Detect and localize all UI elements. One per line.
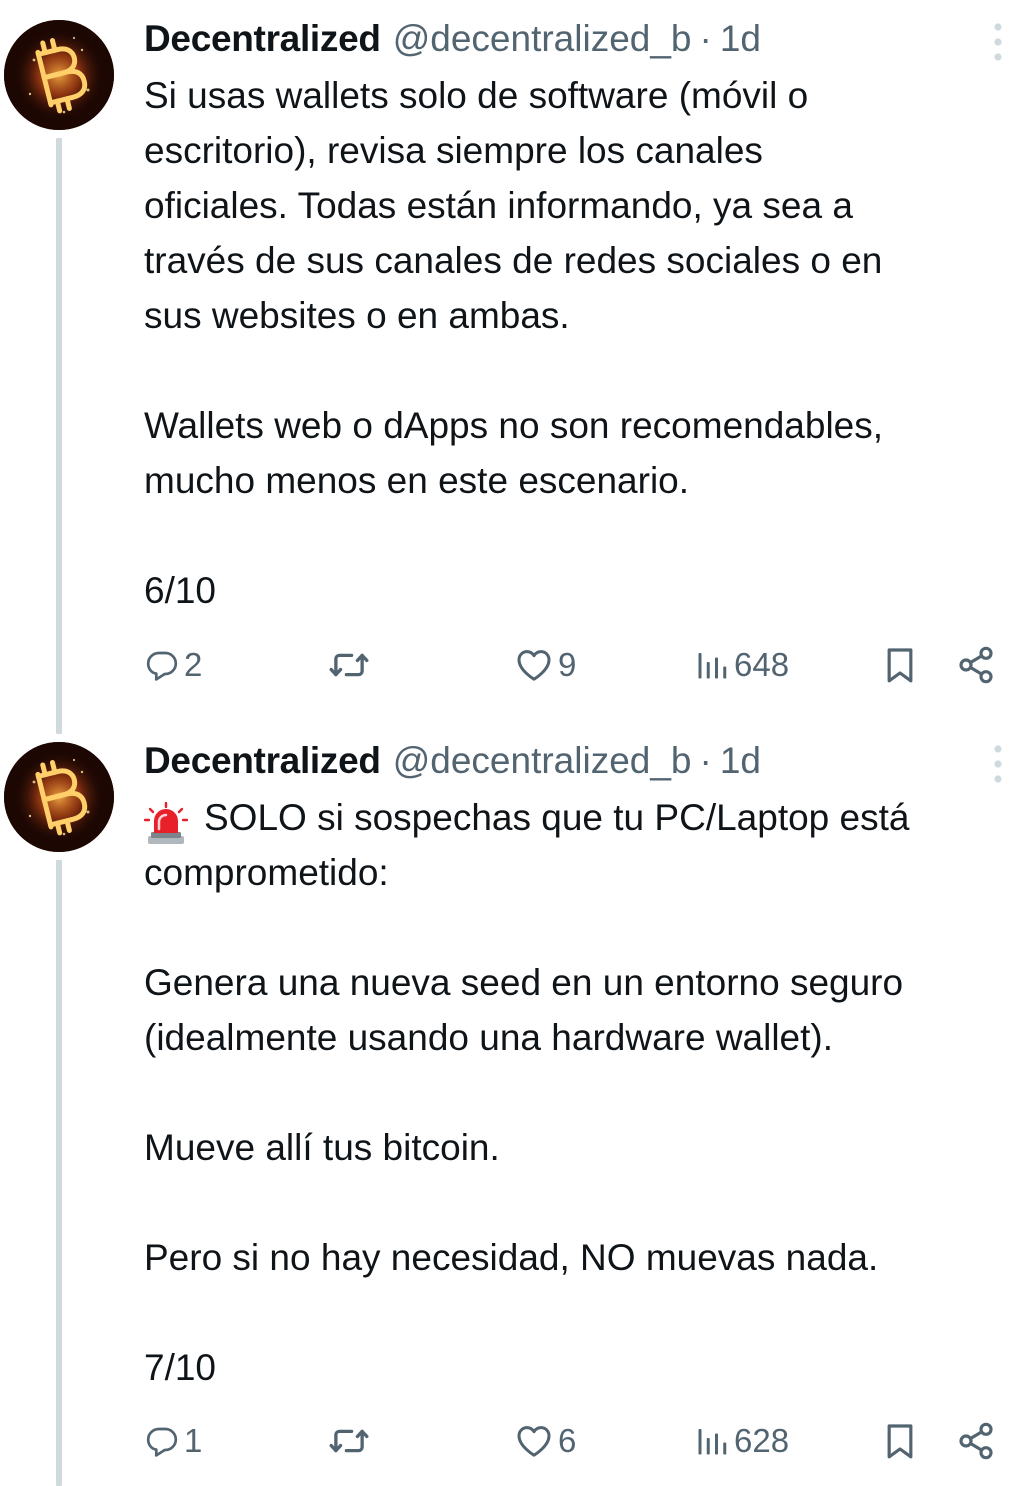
more-vertical-icon[interactable] [993, 22, 1003, 62]
like-button[interactable]: 9 [514, 640, 576, 690]
reply-count: 1 [184, 1422, 203, 1459]
tweet-text: Si usas wallets solo de software (móvil … [144, 75, 884, 611]
views-icon [694, 647, 730, 683]
tweet-text: SOLO si sospechas que tu PC/Laptop está … [144, 797, 910, 1388]
share-icon [956, 645, 996, 685]
repost-button[interactable] [328, 1416, 374, 1466]
action-bar: 2 9 648 [144, 640, 1004, 690]
like-count: 6 [558, 1422, 577, 1459]
more-vertical-icon[interactable] [993, 744, 1003, 784]
reply-icon [144, 1423, 180, 1459]
heart-icon [514, 645, 554, 685]
bitcoin-fire-avatar [4, 20, 114, 130]
separator-dot: · [699, 18, 712, 59]
author-display-name[interactable]: Decentralized [144, 736, 381, 786]
views-icon [694, 1423, 730, 1459]
separator-dot: · [699, 740, 712, 781]
tweet-timestamp[interactable]: 1d [720, 14, 761, 64]
repost-button[interactable] [328, 640, 374, 690]
action-bar: 1 6 628 [144, 1416, 1004, 1466]
views-count: 648 [734, 646, 790, 683]
views-button[interactable]: 628 [694, 1416, 789, 1466]
tweet-header: Decentralized @decentralized_b · 1d [144, 736, 1007, 786]
thread-connector-line [56, 860, 62, 1486]
repost-icon [328, 644, 370, 686]
reply-button[interactable]: 1 [144, 1416, 202, 1466]
bitcoin-fire-avatar [4, 742, 114, 852]
author-handle[interactable]: @decentralized_b [393, 14, 692, 64]
share-button[interactable] [956, 1416, 996, 1466]
reply-button[interactable]: 2 [144, 640, 202, 690]
bookmark-icon [880, 645, 920, 685]
tweet[interactable]: Decentralized @decentralized_b · 1d SOLO… [0, 722, 1017, 1486]
share-button[interactable] [956, 640, 996, 690]
reply-count: 2 [184, 646, 203, 683]
like-count: 9 [558, 646, 577, 683]
author-handle[interactable]: @decentralized_b [393, 736, 692, 786]
bookmark-icon [880, 1421, 920, 1461]
tweet-timestamp[interactable]: 1d [720, 736, 761, 786]
views-button[interactable]: 648 [694, 640, 789, 690]
avatar[interactable] [4, 742, 114, 852]
bookmark-button[interactable] [880, 640, 920, 690]
like-button[interactable]: 6 [514, 1416, 576, 1466]
tweet[interactable]: Decentralized @decentralized_b · 1d Si u… [0, 0, 1017, 734]
avatar[interactable] [4, 20, 114, 130]
reply-icon [144, 647, 180, 683]
bookmark-button[interactable] [880, 1416, 920, 1466]
author-display-name[interactable]: Decentralized [144, 14, 381, 64]
share-icon [956, 1421, 996, 1461]
thread-connector-line [56, 138, 62, 734]
repost-icon [328, 1420, 370, 1462]
tweet-header: Decentralized @decentralized_b · 1d [144, 14, 1007, 64]
views-count: 628 [734, 1422, 790, 1459]
heart-icon [514, 1421, 554, 1461]
